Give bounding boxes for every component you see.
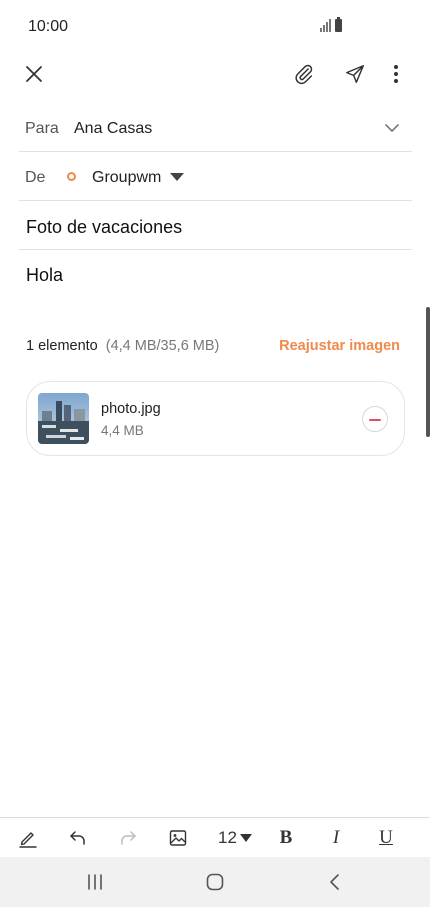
system-nav-bar: [0, 857, 430, 907]
formatting-toolbar: 12 B I U: [0, 817, 430, 857]
back-icon: [330, 874, 339, 890]
attach-button[interactable]: [290, 60, 318, 88]
from-field-row[interactable]: De Groupwm: [19, 153, 412, 201]
italic-button[interactable]: I: [324, 818, 348, 858]
underline-label: U: [379, 827, 393, 848]
underline-button[interactable]: U: [374, 818, 398, 858]
compose-toolbar: [0, 52, 430, 96]
battery-icon: [335, 17, 342, 32]
handwriting-button[interactable]: [16, 818, 40, 858]
attachment-file-name: photo.jpg: [101, 401, 161, 417]
redo-button[interactable]: [116, 818, 140, 858]
to-field-row[interactable]: Para Ana Casas: [19, 104, 412, 152]
message-body[interactable]: Hola: [26, 265, 63, 286]
font-size-selector[interactable]: 12: [212, 818, 258, 858]
subject-field-row[interactable]: Foto de vacaciones: [19, 202, 412, 250]
bold-label: B: [279, 827, 293, 848]
more-options-button[interactable]: [382, 60, 410, 88]
attachment-file-size: 4,4 MB: [101, 423, 144, 438]
send-icon: [346, 65, 364, 83]
resize-image-button[interactable]: Reajustar imagen: [279, 338, 400, 354]
scroll-indicator[interactable]: [426, 307, 430, 437]
to-label: Para: [25, 120, 59, 137]
font-size-value: 12: [218, 828, 237, 847]
remove-attachment-button[interactable]: [362, 406, 388, 432]
image-icon: [169, 830, 187, 846]
home-icon: [206, 873, 224, 891]
send-button[interactable]: [341, 60, 369, 88]
chevron-down-icon[interactable]: [382, 118, 402, 138]
bold-button[interactable]: B: [274, 818, 298, 858]
recent-apps-icon: [88, 874, 102, 890]
back-button[interactable]: [320, 867, 350, 897]
pen-icon: [19, 832, 37, 848]
photo-thumbnail-image: [38, 393, 89, 444]
from-account[interactable]: Groupwm: [92, 169, 161, 187]
redo-icon: [121, 831, 136, 845]
recent-apps-button[interactable]: [80, 867, 110, 897]
attachment-count: 1 elemento: [26, 338, 98, 354]
status-bar: 10:00: [0, 0, 430, 54]
signal-icon: [320, 18, 331, 32]
subject-input[interactable]: Foto de vacaciones: [26, 217, 182, 238]
undo-button[interactable]: [66, 818, 90, 858]
from-label: De: [25, 169, 46, 186]
font-size-caret-icon: [239, 834, 252, 842]
insert-image-button[interactable]: [166, 818, 190, 858]
attachment-card[interactable]: photo.jpg 4,4 MB: [26, 381, 405, 456]
home-button[interactable]: [200, 867, 230, 897]
status-icons: [320, 17, 342, 32]
close-icon: [26, 66, 42, 82]
attachment-total-size: (4,4 MB/35,6 MB): [105, 338, 220, 354]
to-recipient[interactable]: Ana Casas: [74, 120, 152, 138]
dropdown-caret-icon[interactable]: [170, 173, 184, 181]
italic-label: I: [332, 827, 340, 848]
attachment-summary: 1 elemento (4,4 MB/35,6 MB): [26, 338, 219, 354]
account-dot-icon: [67, 172, 76, 181]
paperclip-icon: [295, 64, 313, 85]
close-button[interactable]: [20, 60, 48, 88]
attachment-thumbnail: [38, 393, 89, 444]
status-time: 10:00: [28, 18, 69, 35]
email-compose-screen: 10:00 Para Ana Casas De Groupwm Foto de …: [0, 0, 430, 907]
more-vertical-icon: [394, 65, 398, 83]
undo-icon: [70, 831, 85, 845]
